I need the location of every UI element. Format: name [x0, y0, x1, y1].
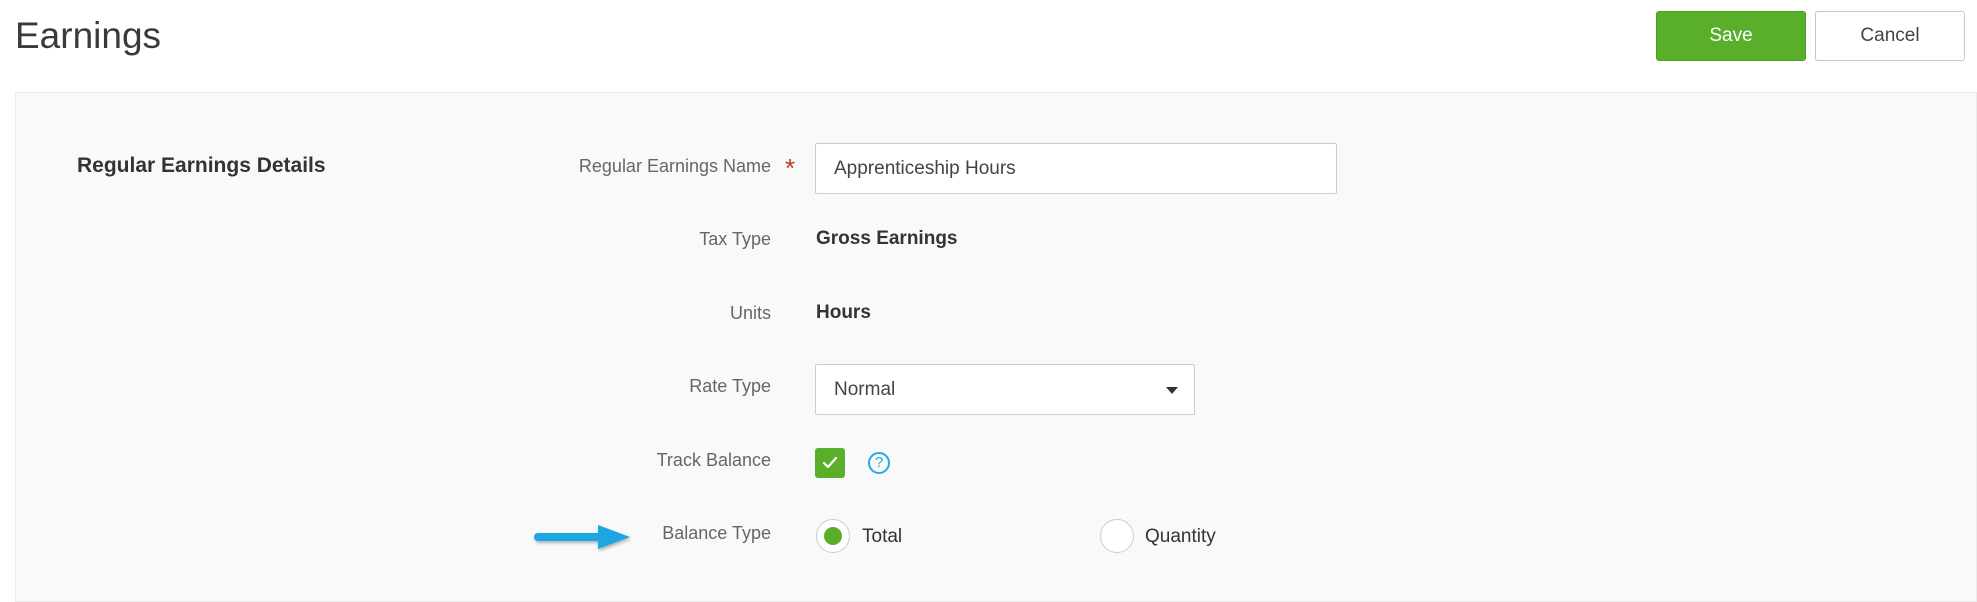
units-label: Units	[729, 303, 771, 323]
cancel-button[interactable]: Cancel	[1815, 11, 1965, 61]
rate-type-value: Normal	[834, 379, 896, 400]
units-value: Hours	[816, 302, 871, 323]
balance-type-quantity-label: Quantity	[1145, 526, 1216, 547]
balance-type-label: Balance Type	[662, 523, 771, 543]
pointer-arrow-icon	[534, 525, 630, 549]
balance-type-quantity-radio[interactable]	[1100, 519, 1134, 553]
rate-type-select[interactable]: Normal	[815, 364, 1195, 415]
track-balance-label: Track Balance	[656, 450, 771, 470]
track-balance-checkbox[interactable]	[815, 448, 845, 478]
tax-type-label: Tax Type	[699, 229, 771, 249]
balance-type-total-radio[interactable]	[816, 519, 850, 553]
question-circle-icon[interactable]: ?	[868, 452, 890, 474]
required-marker: *	[785, 153, 796, 183]
tax-type-value: Gross Earnings	[816, 228, 958, 249]
section-title: Regular Earnings Details	[77, 154, 326, 177]
save-button[interactable]: Save	[1656, 11, 1806, 61]
chevron-down-icon	[1166, 387, 1178, 394]
earnings-name-input[interactable]	[815, 143, 1337, 194]
page-title: Earnings	[15, 15, 162, 56]
rate-type-label: Rate Type	[689, 376, 771, 396]
balance-type-total-label: Total	[862, 526, 903, 547]
radio-selected-dot	[824, 527, 842, 545]
earnings-name-label: Regular Earnings Name	[578, 156, 771, 176]
checkmark-icon	[822, 456, 838, 469]
